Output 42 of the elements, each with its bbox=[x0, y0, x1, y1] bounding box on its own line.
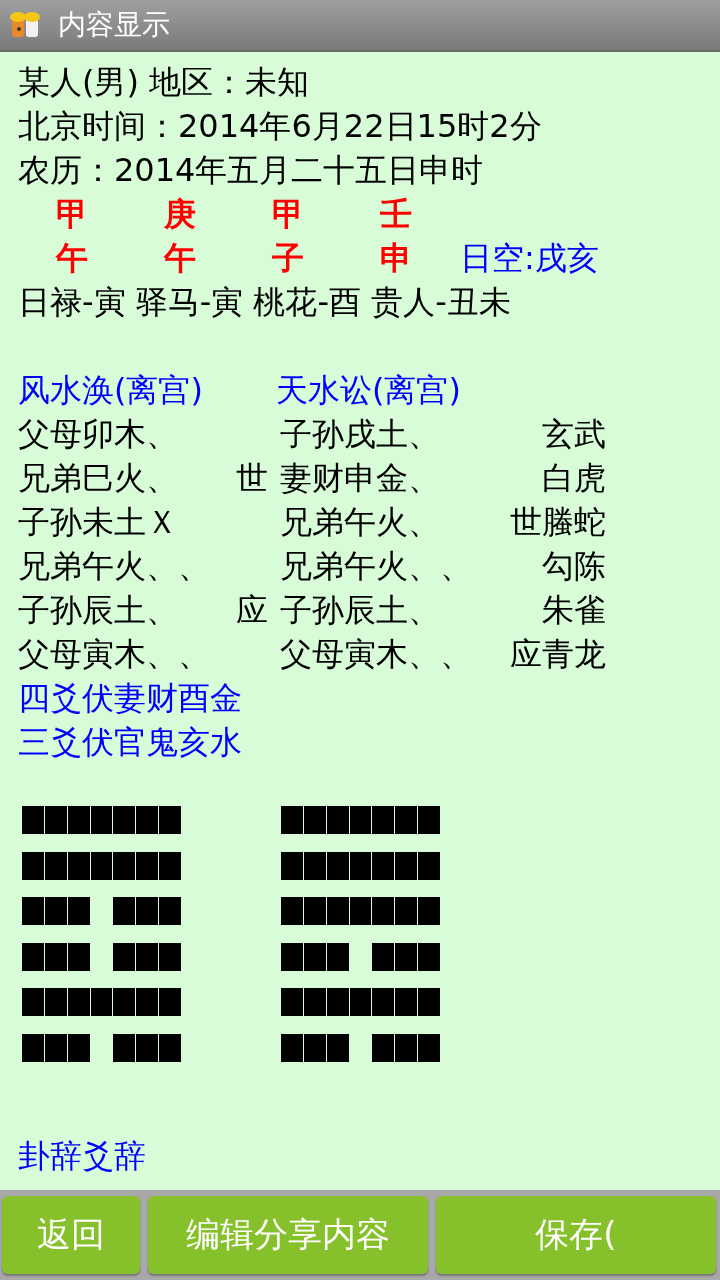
earthly-branch: 申 bbox=[379, 238, 413, 279]
line-text: 子孙戌土、 bbox=[280, 414, 441, 455]
spirit-label: 应青龙 bbox=[509, 634, 606, 675]
info-line: 农历：2014年五月二十五日申时 bbox=[18, 150, 485, 191]
line-mark: 应 bbox=[235, 590, 268, 631]
action-button[interactable]: 返回 bbox=[2, 1196, 140, 1274]
action-button[interactable]: 编辑分享内容 bbox=[148, 1196, 428, 1274]
line-text: 兄弟午火、、 bbox=[18, 546, 211, 587]
window-title: 内容显示 bbox=[58, 7, 170, 43]
spirit-label: 世螣蛇 bbox=[509, 502, 606, 543]
day-void-label: 日空:戌亥 bbox=[459, 238, 600, 279]
line-text: 兄弟午火、 bbox=[280, 502, 441, 543]
line-text: 子孙辰土、 bbox=[18, 590, 179, 631]
earthly-branch: 子 bbox=[271, 238, 305, 279]
spirit-label: 白虎 bbox=[541, 458, 606, 499]
line-mark: 世 bbox=[235, 458, 268, 499]
heavenly-stem: 甲 bbox=[55, 194, 89, 235]
hexagram-title: 风水涣(离宫) bbox=[18, 370, 204, 411]
line-text: 兄弟午火、、 bbox=[280, 546, 473, 587]
stars-line: 日禄-寅 驿马-寅 桃花-酉 贵人-丑未 bbox=[18, 282, 512, 323]
section-link[interactable]: 卦辞爻辞 bbox=[18, 1133, 720, 1178]
line-text: 父母寅木、、 bbox=[18, 634, 211, 675]
line-text: 父母寅木、、 bbox=[280, 634, 473, 675]
info-line: 某人(男) 地区：未知 bbox=[18, 62, 311, 103]
heavenly-stem: 庚 bbox=[163, 194, 197, 235]
earthly-branch: 午 bbox=[162, 238, 197, 279]
spirit-label: 玄武 bbox=[541, 414, 606, 455]
line-text: 子孙辰土、 bbox=[280, 590, 441, 631]
hexagram-title: 天水讼(离宫) bbox=[276, 370, 462, 411]
line-text: 子孙未土Ｘ bbox=[18, 502, 179, 543]
hidden-line-note: 四爻伏妻财酉金 bbox=[18, 678, 243, 719]
hidden-line-note: 三爻伏官鬼亥水 bbox=[18, 722, 243, 763]
info-line: 北京时间：2014年6月22日15时2分 bbox=[18, 106, 543, 147]
line-text: 妻财申金、 bbox=[280, 458, 441, 499]
spirit-label: 朱雀 bbox=[541, 590, 606, 631]
earthly-branch: 午 bbox=[54, 238, 89, 279]
heavenly-stem: 壬 bbox=[379, 194, 413, 235]
heavenly-stem: 甲 bbox=[271, 194, 305, 235]
line-text: 父母卯木、 bbox=[18, 414, 179, 455]
spirit-label: 勾陈 bbox=[541, 546, 606, 587]
line-text: 兄弟巳火、 bbox=[18, 458, 179, 499]
action-button[interactable]: 保存( bbox=[436, 1196, 716, 1274]
